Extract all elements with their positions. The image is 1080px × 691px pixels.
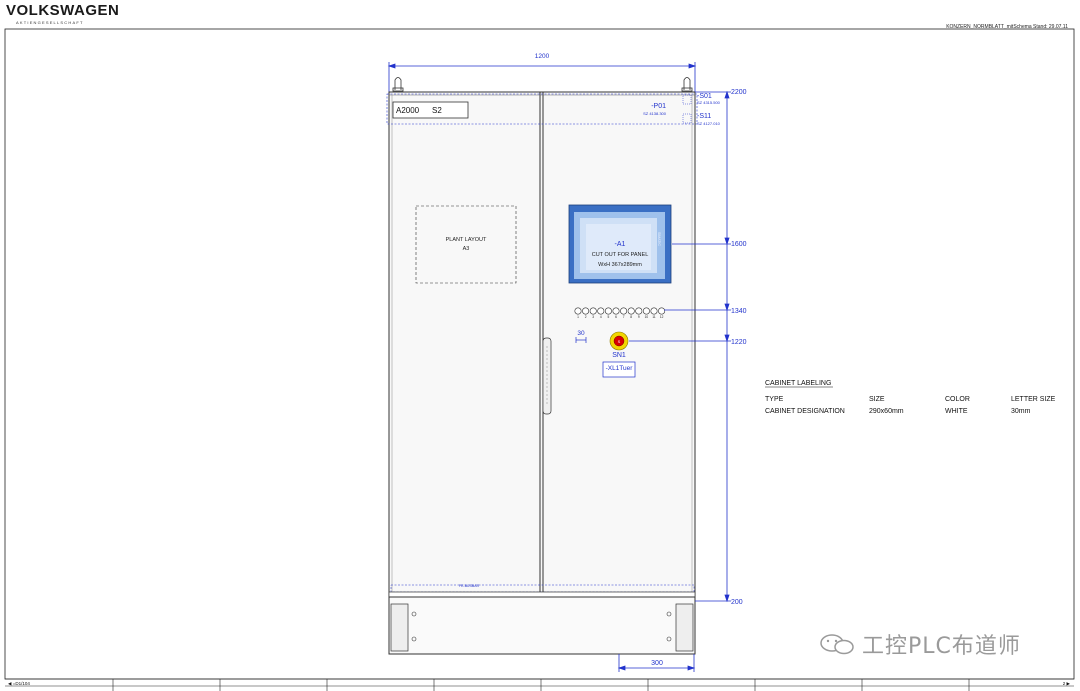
indicator-lamp-number: 6 [615,315,617,319]
dimension-1600: 1600 [731,241,747,248]
watermark-text: 工控PLC布道师 [862,634,1021,659]
indicator-lamp [574,307,582,315]
indicator-lamp-number: 9 [638,315,640,319]
labeling-table-title: CABINET LABELING [765,380,831,387]
indicator-lamp [597,307,605,315]
plant-layout-size: A3 [463,246,470,252]
indicator-lamp-number: 7 [623,315,625,319]
lifting-eye-left [392,77,404,92]
cabinet-label-s: S2 [432,106,442,115]
plant-layout-title: PLANT LAYOUT [446,237,487,243]
indicator-lamp-number: 10 [645,315,649,319]
estop-plate-text: -XL1Tuer [606,365,634,372]
indicator-lamp-number: 1 [577,315,579,319]
s01-label: -S01 [697,93,712,100]
indicator-lamp [604,307,612,315]
dimension-1340: 1340 [731,308,747,315]
emergency-stop-button: S [609,331,629,351]
indicator-lamp-number: 12 [660,315,664,319]
indicator-lamp [582,307,590,315]
indicator-lamp [642,307,650,315]
indicator-lamp-number: 11 [652,315,656,319]
labeling-header-letter-size: LETTER SIZE [1011,396,1056,403]
indicator-lamp-number: 3 [592,315,594,319]
hmi-id: -A1 [615,241,626,248]
indicator-lamp [635,307,643,315]
s11-ref: SZ 4127.010 [697,121,721,126]
svg-text:S: S [618,339,621,344]
cabinet-body [388,91,696,598]
footer-prev-page[interactable]: ◀ =D1/104 [8,681,30,686]
cabinet-labeling-table: CABINET LABELING TYPE SIZE COLOR LETTER … [765,380,1056,415]
s11-label: -S11 [697,113,711,120]
hmi-cutout-label: CUT OUT FOR PANEL [592,252,649,258]
cabinet-label-id: A2000 [396,106,420,115]
labeling-header-type: TYPE [765,396,784,403]
s01-ref: SZ 4315.500 [697,100,721,105]
indicator-lamp-number: 4 [600,315,602,319]
indicator-lamp-number: 5 [608,315,610,319]
indicator-lamp [612,307,620,315]
estop-id: SN1 [612,352,626,359]
footer-next-page[interactable]: 2 ▶ [1063,681,1071,686]
svg-text:SIMATIC: SIMATIC [657,232,661,246]
spacing-30-label: 30 [577,330,585,337]
pe-busbar-label: PE-BUSBAR [459,584,480,588]
cabinet-plinth [388,596,696,655]
lifting-eye-right [681,77,693,92]
dimension-width-label: 1200 [535,53,550,60]
indicator-lamp [620,307,628,315]
labeling-row-size: 290x60mm [869,408,904,415]
labeling-row-color: WHITE [945,408,968,415]
dimension-width [387,62,697,92]
title-block-strip [5,678,1074,691]
dimension-2200: 2200 [731,89,747,96]
indicator-lamp-number: 2 [585,315,587,319]
labeling-header-color: COLOR [945,396,970,403]
labeling-header-size: SIZE [869,396,885,403]
hmi-cutout-size: WxH 367x289mm [598,262,642,268]
dimension-plinth-label: 300 [651,660,663,667]
indicator-lamp [589,307,597,315]
indicator-lamp [650,307,658,315]
indicator-lamp-number: 8 [630,315,632,319]
drawing-sheet: 1200 A2000 S2 -P01 SZ 4138.300 -S01 SZ 4… [4,28,1075,691]
indicator-lamp [627,307,635,315]
labeling-row-type: CABINET DESIGNATION [765,408,845,415]
p01-label: -P01 [651,103,666,110]
door-handle [542,337,552,415]
labeling-row-letter-size: 30mm [1011,408,1031,415]
indicator-lamp [658,307,666,315]
dimension-200: 200 [731,599,743,606]
p01-ref: SZ 4138.300 [643,111,667,116]
wechat-icon [820,634,854,655]
dimension-1220: 1220 [731,339,747,346]
